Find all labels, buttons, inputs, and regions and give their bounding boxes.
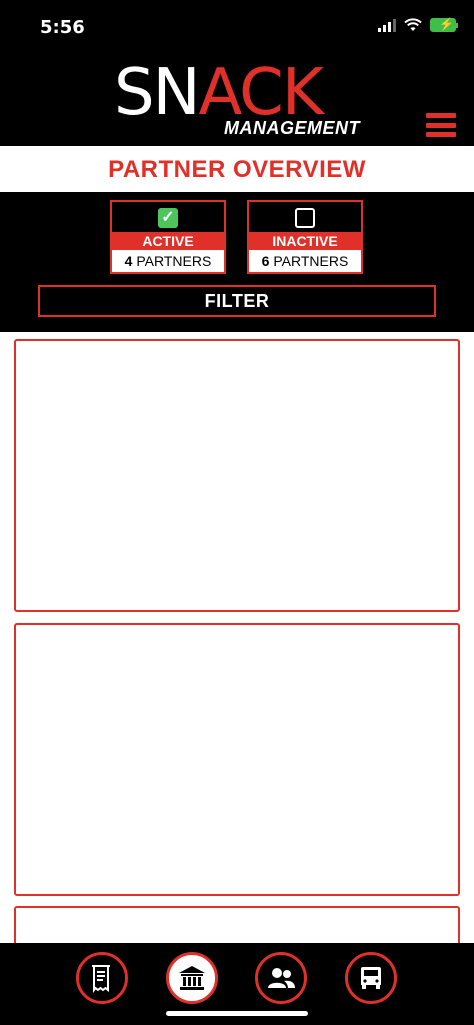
app-header: 5:56 ⚡ SNACK MANAGEMENT <box>0 0 474 146</box>
checked-checkbox-icon[interactable]: ✓ <box>158 208 178 228</box>
inactive-count: 6 PARTNERS <box>249 250 361 272</box>
active-label: ACTIVE <box>112 232 224 250</box>
users-icon <box>268 968 295 988</box>
bank-icon <box>179 966 205 990</box>
inactive-label: INACTIVE <box>249 232 361 250</box>
page-title: PARTNER OVERVIEW <box>108 156 366 183</box>
active-count-unit: PARTNERS <box>136 253 212 269</box>
filter-area: ✓ ACTIVE 4 PARTNERS INACTIVE 6 PARTNERS … <box>0 192 474 332</box>
inactive-count-unit: PARTNERS <box>273 253 349 269</box>
title-bar: PARTNER OVERVIEW <box>0 146 474 192</box>
nav-users-button[interactable] <box>255 952 307 1004</box>
battery-icon: ⚡ <box>430 17 458 32</box>
signal-icon <box>378 18 396 32</box>
nav-partners-button[interactable] <box>166 952 218 1004</box>
hamburger-menu-icon[interactable] <box>426 113 456 137</box>
partner-card[interactable] <box>14 623 460 896</box>
wifi-icon <box>404 18 422 31</box>
logo-sn: SN <box>114 56 200 130</box>
home-indicator <box>166 1011 308 1016</box>
nav-receipts-button[interactable] <box>76 952 128 1004</box>
logo-subtitle: MANAGEMENT <box>224 118 360 138</box>
status-icons: ⚡ <box>378 17 458 32</box>
partner-card[interactable] <box>14 339 460 612</box>
bottom-navigation <box>0 943 474 1025</box>
active-partners-toggle[interactable]: ✓ ACTIVE 4 PARTNERS <box>110 200 226 274</box>
snack-management-logo: SNACK MANAGEMENT <box>114 58 374 140</box>
filter-button[interactable]: FILTER <box>38 285 436 317</box>
active-count-number: 4 <box>124 253 133 269</box>
nav-vehicles-button[interactable] <box>345 952 397 1004</box>
inactive-count-number: 6 <box>261 253 270 269</box>
active-count: 4 PARTNERS <box>112 250 224 272</box>
inactive-partners-toggle[interactable]: INACTIVE 6 PARTNERS <box>247 200 363 274</box>
receipt-icon <box>92 965 110 993</box>
unchecked-checkbox-icon[interactable] <box>295 208 315 228</box>
status-time: 5:56 <box>40 17 85 38</box>
van-icon <box>361 967 381 989</box>
